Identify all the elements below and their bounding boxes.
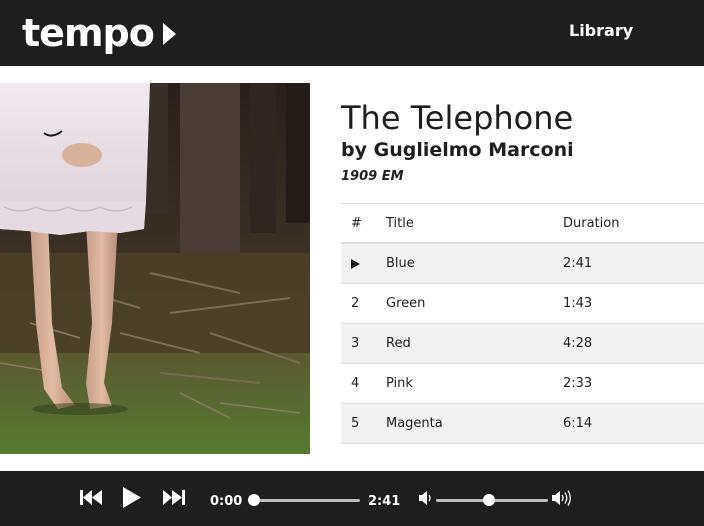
track-row[interactable]: 4 Pink 2:33	[341, 364, 704, 404]
volume-high-icon	[552, 490, 571, 506]
track-row[interactable]: 5 Magenta 6:14	[341, 404, 704, 444]
track-duration: 1:43	[563, 296, 593, 311]
album-year: 1909 EM	[341, 169, 404, 184]
app-header: tempo Library	[0, 0, 704, 66]
volume-slider-handle[interactable]	[482, 494, 495, 506]
track-duration: 2:33	[563, 376, 593, 391]
play-icon	[123, 487, 141, 508]
volume-high-button[interactable]	[551, 471, 573, 526]
track-duration: 4:28	[563, 336, 593, 351]
track-number: 4	[351, 376, 360, 391]
track-number: 5	[351, 416, 360, 431]
track-title: Green	[386, 296, 426, 311]
skip-forward-icon	[163, 490, 185, 505]
column-header-duration[interactable]: Duration	[563, 204, 619, 244]
track-title: Red	[386, 336, 411, 351]
track-title: Magenta	[386, 416, 443, 431]
current-time: 0:00	[210, 494, 243, 509]
skip-forward-button[interactable]	[162, 471, 186, 526]
track-row[interactable]: Blue 2:41	[341, 244, 704, 284]
track-number: 2	[351, 296, 360, 311]
track-duration: 6:14	[563, 416, 593, 431]
track-table-header: # Title Duration	[341, 204, 704, 244]
skip-back-icon	[80, 490, 102, 505]
volume-low-icon	[419, 491, 431, 505]
logo-play-icon	[163, 23, 176, 45]
track-number: 3	[351, 336, 360, 351]
track-title: Blue	[386, 256, 415, 271]
track-row[interactable]: 2 Green 1:43	[341, 284, 704, 324]
track-table: # Title Duration Blue 2:41 2 Green 1:43 …	[341, 203, 704, 444]
progress-slider-handle[interactable]	[248, 494, 260, 506]
player-bar: 0:00 2:41	[0, 471, 704, 526]
track-row[interactable]: 3 Red 4:28	[341, 324, 704, 364]
play-button[interactable]	[122, 471, 142, 526]
now-playing-icon[interactable]	[351, 259, 360, 269]
total-time: 2:41	[368, 494, 401, 509]
track-title: Pink	[386, 376, 413, 391]
volume-low-button[interactable]	[418, 471, 432, 526]
column-header-title[interactable]: Title	[386, 204, 414, 244]
album-title: The Telephone	[341, 99, 574, 137]
app-logo[interactable]: tempo	[22, 10, 155, 56]
album-cover	[0, 83, 310, 454]
progress-track[interactable]	[254, 499, 360, 502]
column-header-number: #	[351, 216, 362, 231]
track-duration: 2:41	[563, 256, 593, 271]
album-artist: by Guglielmo Marconi	[341, 139, 574, 161]
skip-back-button[interactable]	[79, 471, 103, 526]
nav-library-link[interactable]: Library	[569, 20, 633, 42]
